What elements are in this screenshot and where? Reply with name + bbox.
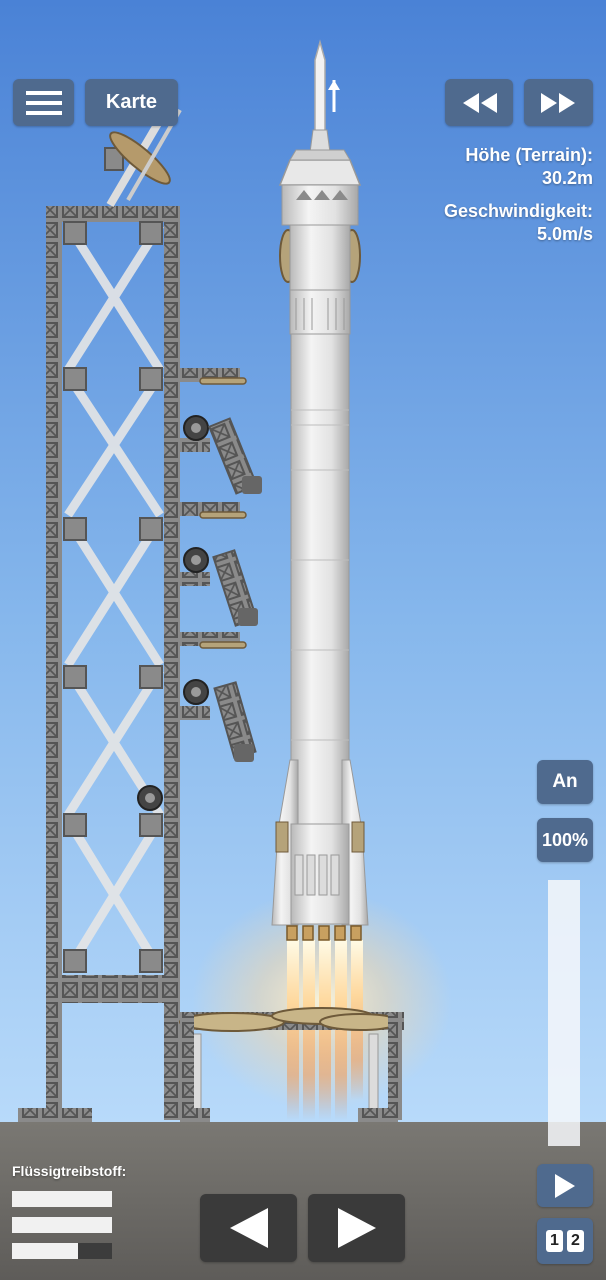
- throttle-slider[interactable]: [548, 880, 580, 1146]
- fuel-gauge-fill: [12, 1243, 78, 1259]
- arrow-left-icon: [228, 1206, 270, 1250]
- velocity-readout: Geschwindigkeit: 5.0m/s: [444, 200, 593, 246]
- altitude-readout: Höhe (Terrain): 30.2m: [465, 144, 593, 190]
- game-scene: [0, 0, 606, 1280]
- play-button[interactable]: [537, 1164, 593, 1207]
- fuel-gauge-bar: [12, 1243, 112, 1259]
- stage-number-2: 2: [567, 1230, 584, 1252]
- hamburger-menu-icon: [25, 90, 62, 116]
- arrow-right-icon: [336, 1206, 378, 1250]
- stage-button[interactable]: 12: [537, 1218, 593, 1264]
- velocity-value: 5.0m/s: [536, 224, 593, 244]
- altitude-value: 30.2m: [541, 168, 593, 188]
- throttle-slider-fill: [548, 880, 580, 1146]
- rewind-button[interactable]: [445, 79, 513, 126]
- altitude-label: Höhe (Terrain):: [465, 145, 593, 165]
- throttle-value-button[interactable]: 100%: [537, 818, 593, 862]
- fast-forward-button[interactable]: [524, 79, 593, 126]
- rotate-left-button[interactable]: [200, 1194, 297, 1262]
- fuel-label: Flüssigtreibstoff:: [12, 1163, 127, 1179]
- fuel-gauge-bar: [12, 1217, 112, 1233]
- fuel-gauge-fill: [12, 1217, 112, 1233]
- rewind-icon: [459, 91, 499, 115]
- rotate-right-button[interactable]: [308, 1194, 405, 1262]
- fast-forward-icon: [539, 91, 579, 115]
- play-icon: [553, 1173, 577, 1199]
- map-button[interactable]: Karte: [85, 79, 178, 126]
- stage-number-1: 1: [546, 1230, 563, 1252]
- menu-button[interactable]: [13, 79, 74, 126]
- fuel-gauge-bar: [12, 1191, 112, 1207]
- fuel-gauge-fill: [12, 1191, 112, 1207]
- engine-toggle-button[interactable]: An: [537, 760, 593, 804]
- velocity-label: Geschwindigkeit:: [443, 201, 593, 221]
